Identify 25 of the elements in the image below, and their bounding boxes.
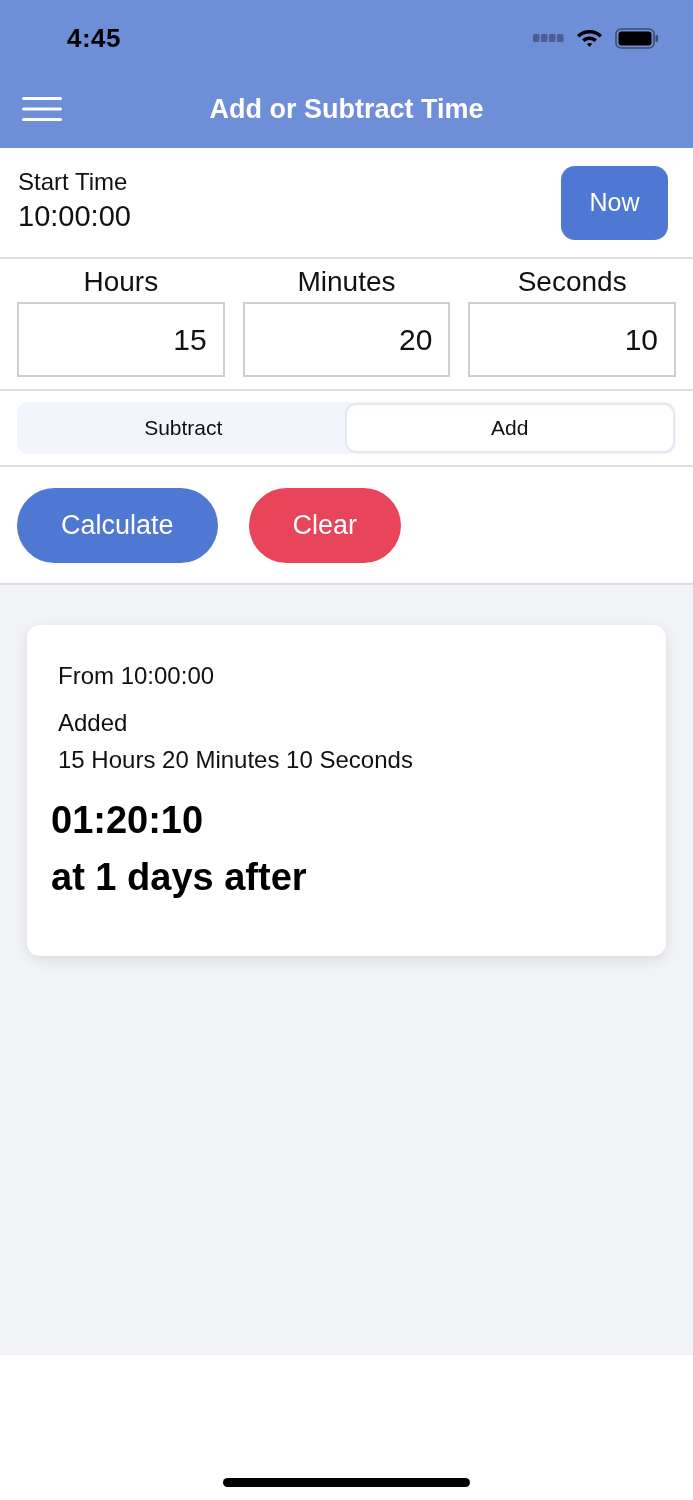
- screen-title: Add or Subtract Time: [208, 93, 485, 125]
- mode-tab[interactable]: Subtract: [20, 405, 347, 451]
- number-input-field[interactable]: 15: [17, 302, 225, 377]
- result-time: 01:20:10: [51, 798, 205, 843]
- field-label: Seconds: [516, 265, 628, 298]
- day-offset-text: at 1 days after: [51, 855, 308, 900]
- wifi-icon: [576, 28, 603, 48]
- amount-text: 15 Hours 20 Minutes 10 Seconds: [57, 745, 414, 775]
- clear-button[interactable]: Clear: [248, 487, 402, 563]
- battery-icon: [615, 27, 659, 49]
- menu-icon: [22, 97, 62, 121]
- calculate-button[interactable]: Calculate: [17, 487, 218, 563]
- field-label: Minutes: [296, 265, 397, 298]
- signal-icon: [533, 34, 564, 42]
- field-label: Hours: [82, 265, 160, 298]
- number-input-field[interactable]: 10: [468, 302, 676, 377]
- menu-button[interactable]: [22, 97, 62, 121]
- number-input-field[interactable]: 20: [242, 302, 451, 377]
- operation-text: Added: [57, 708, 129, 738]
- status-time: 4:45: [67, 22, 122, 54]
- start-time-label: Start Time: [18, 168, 129, 196]
- from-text: From 10:00:00: [57, 661, 216, 691]
- mode-tab[interactable]: Add: [346, 405, 673, 451]
- start-time-value: 10:00:00: [18, 200, 131, 233]
- now-button[interactable]: Now: [561, 165, 668, 240]
